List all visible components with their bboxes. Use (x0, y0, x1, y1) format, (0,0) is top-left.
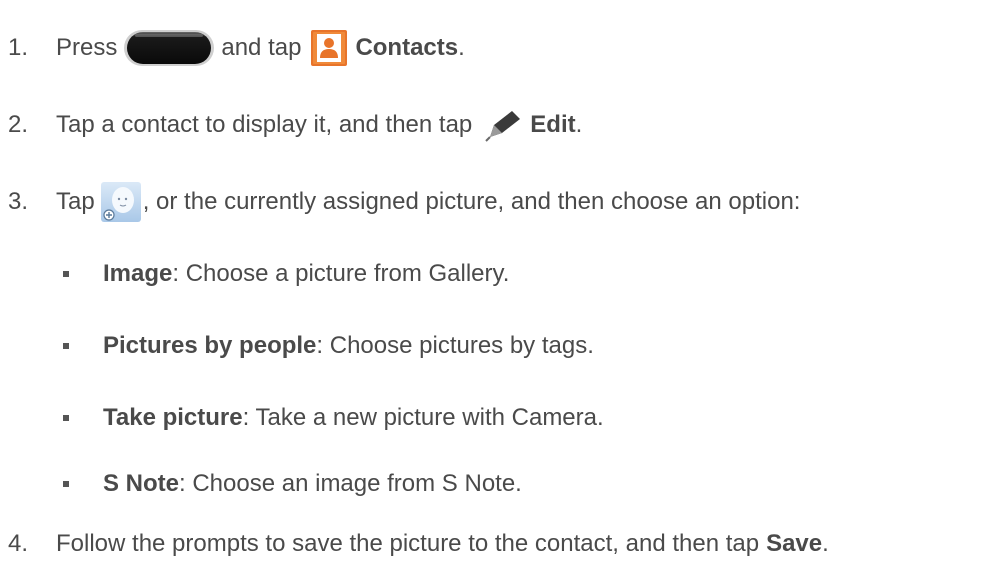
option-text: : Take a new picture with Camera. (242, 404, 604, 431)
home-key-icon (123, 28, 215, 68)
option-label: Image (103, 260, 173, 287)
bullet (63, 481, 69, 487)
save-label: Save (766, 530, 823, 557)
bullet (63, 415, 69, 421)
bullet (63, 271, 69, 277)
step-text: Follow the prompts to save the picture t… (56, 530, 760, 557)
option-text: : Choose an image from S Note. (179, 470, 522, 497)
step-text: Tap (56, 188, 95, 215)
contacts-label: Contacts (355, 34, 459, 61)
step-text: . (458, 34, 465, 61)
step-1: 1. Press and tap Contacts . (8, 28, 465, 68)
option-label: S Note (103, 470, 180, 497)
option-label: Take picture (103, 404, 243, 431)
step-text: . (575, 111, 583, 138)
pencil-edit-icon (484, 107, 524, 143)
contact-picture-placeholder-icon (100, 182, 141, 222)
step-text: Tap a contact to display it, and then ta… (56, 111, 473, 138)
step-3: 3. Tap , or the currently assigned pictu… (8, 182, 800, 222)
step-number: 4. (8, 530, 29, 557)
step-text: , or the currently assigned picture, and… (142, 188, 801, 215)
step-text: Press (56, 34, 118, 61)
option-image: Image : Choose a picture from Gallery. (63, 254, 509, 294)
step-number: 3. (8, 188, 29, 215)
step-number: 1. (8, 34, 29, 61)
option-text: : Choose a picture from Gallery. (172, 260, 510, 287)
step-text: . (822, 530, 829, 557)
option-s-note: S Note : Choose an image from S Note. (63, 464, 522, 504)
contacts-app-icon (311, 30, 348, 66)
option-label: Pictures by people (103, 332, 317, 359)
edit-label: Edit (530, 111, 576, 138)
step-text: and tap (221, 34, 302, 61)
option-pictures-by-people: Pictures by people : Choose pictures by … (63, 326, 594, 366)
step-number: 2. (8, 111, 29, 138)
bullet (63, 343, 69, 349)
option-text: : Choose pictures by tags. (316, 332, 594, 359)
option-take-picture: Take picture : Take a new picture with C… (63, 398, 604, 438)
step-4: 4. Follow the prompts to save the pictur… (8, 524, 829, 564)
step-2: 2. Tap a contact to display it, and then… (8, 105, 582, 145)
